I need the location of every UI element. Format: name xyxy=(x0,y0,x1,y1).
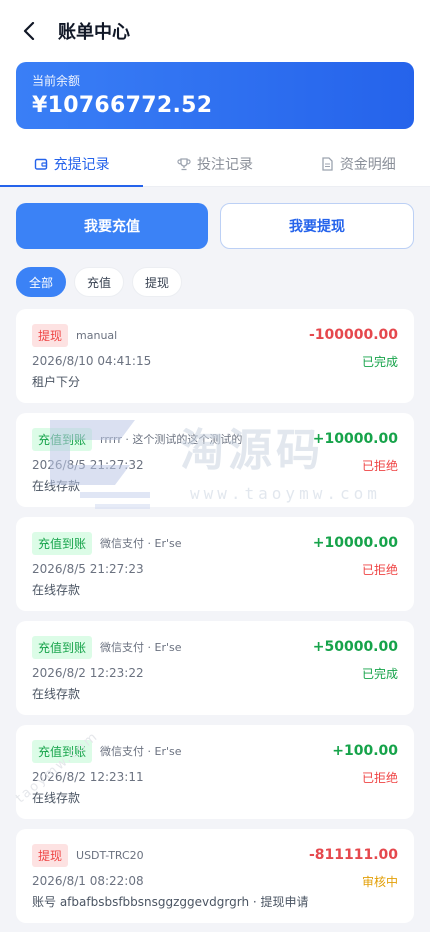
withdraw-button[interactable]: 我要提现 xyxy=(220,203,414,249)
record-desc: 微信支付 · Er'se xyxy=(100,537,182,550)
tab-label: 充提记录 xyxy=(53,156,110,173)
record-amount: -811111.00 xyxy=(308,847,398,863)
record-card[interactable]: 提现 USDT-TRC20 -811111.00 2026/8/1 08:22:… xyxy=(16,829,414,923)
balance-card: 当前余额 ¥10766772.52 xyxy=(16,62,414,129)
document-icon xyxy=(321,156,334,171)
type-badge: 提现 xyxy=(32,323,69,347)
filter-all[interactable]: 全部 xyxy=(16,267,67,297)
record-amount: +10000.00 xyxy=(312,535,398,551)
record-status: 审核中 xyxy=(361,874,398,889)
record-time: 2026/8/2 12:23:11 xyxy=(32,770,144,784)
tab-label: 投注记录 xyxy=(196,156,253,173)
top-section: 账单中心 当前余额 ¥10766772.52 充提记录 投注记录 资金明细 xyxy=(0,0,430,187)
filter-withdraw[interactable]: 提现 xyxy=(132,267,183,297)
record-note: 在线存款 xyxy=(32,687,81,701)
record-status: 已完成 xyxy=(361,354,398,369)
record-desc: USDT-TRC20 xyxy=(76,848,144,862)
record-card[interactable]: 充值到账 微信支付 · Er'se +100.00 2026/8/2 12:23… xyxy=(16,725,414,819)
record-card[interactable]: 提现 manual -100000.00 2026/8/10 04:41:15 … xyxy=(16,309,414,403)
header: 账单中心 xyxy=(0,0,430,62)
record-card[interactable]: 充值到账 微信支付 · Er'se +50000.00 2026/8/2 12:… xyxy=(16,621,414,715)
type-badge: 充值到账 xyxy=(32,635,93,659)
record-desc: rrrrr · 这个测试的这个测试的 xyxy=(100,433,243,446)
tab-recharge-withdraw-records[interactable]: 充提记录 xyxy=(0,141,144,187)
recharge-button[interactable]: 我要充值 xyxy=(16,203,208,249)
record-note: 在线存款 xyxy=(32,583,81,597)
type-badge: 充值到账 xyxy=(32,739,93,763)
record-time: 2026/8/10 04:41:15 xyxy=(32,354,152,368)
record-time: 2026/8/2 12:23:22 xyxy=(32,666,144,680)
record-status: 已拒绝 xyxy=(361,458,398,473)
tab-fund-details[interactable]: 资金明细 xyxy=(287,141,430,186)
record-status: 已拒绝 xyxy=(361,562,398,577)
record-desc: manual xyxy=(76,328,118,342)
record-amount: +100.00 xyxy=(332,743,398,759)
tab-bet-records[interactable]: 投注记录 xyxy=(143,141,286,186)
record-desc: 微信支付 · Er'se xyxy=(100,745,182,758)
page-title: 账单中心 xyxy=(58,22,130,43)
tab-bar: 充提记录 投注记录 资金明细 xyxy=(0,141,430,187)
record-time: 2026/8/5 21:27:32 xyxy=(32,458,144,472)
record-list: 提现 manual -100000.00 2026/8/10 04:41:15 … xyxy=(0,309,430,923)
record-status: 已完成 xyxy=(361,666,398,681)
action-buttons: 我要充值 我要提现 xyxy=(0,187,430,249)
record-card[interactable]: 充值到账 微信支付 · Er'se +10000.00 2026/8/5 21:… xyxy=(16,517,414,611)
record-status: 已拒绝 xyxy=(361,770,398,785)
record-note: 账号 afbafbsbsfbbsnsggzggevdgrgrh · 提现申请 xyxy=(32,895,309,909)
wallet-icon xyxy=(34,157,48,171)
record-time: 2026/8/5 21:27:23 xyxy=(32,562,144,576)
trophy-icon xyxy=(177,157,191,171)
record-amount: +10000.00 xyxy=(312,431,398,447)
tab-label: 资金明细 xyxy=(339,156,396,173)
type-badge: 充值到账 xyxy=(32,531,93,555)
back-arrow-icon[interactable] xyxy=(18,20,40,42)
record-desc: 微信支付 · Er'se xyxy=(100,641,182,654)
record-note: 租户下分 xyxy=(32,375,81,389)
record-note: 在线存款 xyxy=(32,791,81,805)
record-card[interactable]: 充值到账 rrrrr · 这个测试的这个测试的 +10000.00 2026/8… xyxy=(16,413,414,507)
record-amount: +50000.00 xyxy=(312,639,398,655)
record-amount: -100000.00 xyxy=(308,327,398,343)
filter-chips: 全部 充值 提现 xyxy=(0,249,430,309)
type-badge: 提现 xyxy=(32,843,69,867)
record-time: 2026/8/1 08:22:08 xyxy=(32,874,144,888)
balance-value: ¥10766772.52 xyxy=(32,93,213,118)
balance-label: 当前余额 xyxy=(32,74,81,88)
filter-recharge[interactable]: 充值 xyxy=(74,267,125,297)
record-note: 在线存款 xyxy=(32,479,81,493)
type-badge: 充值到账 xyxy=(32,427,93,451)
